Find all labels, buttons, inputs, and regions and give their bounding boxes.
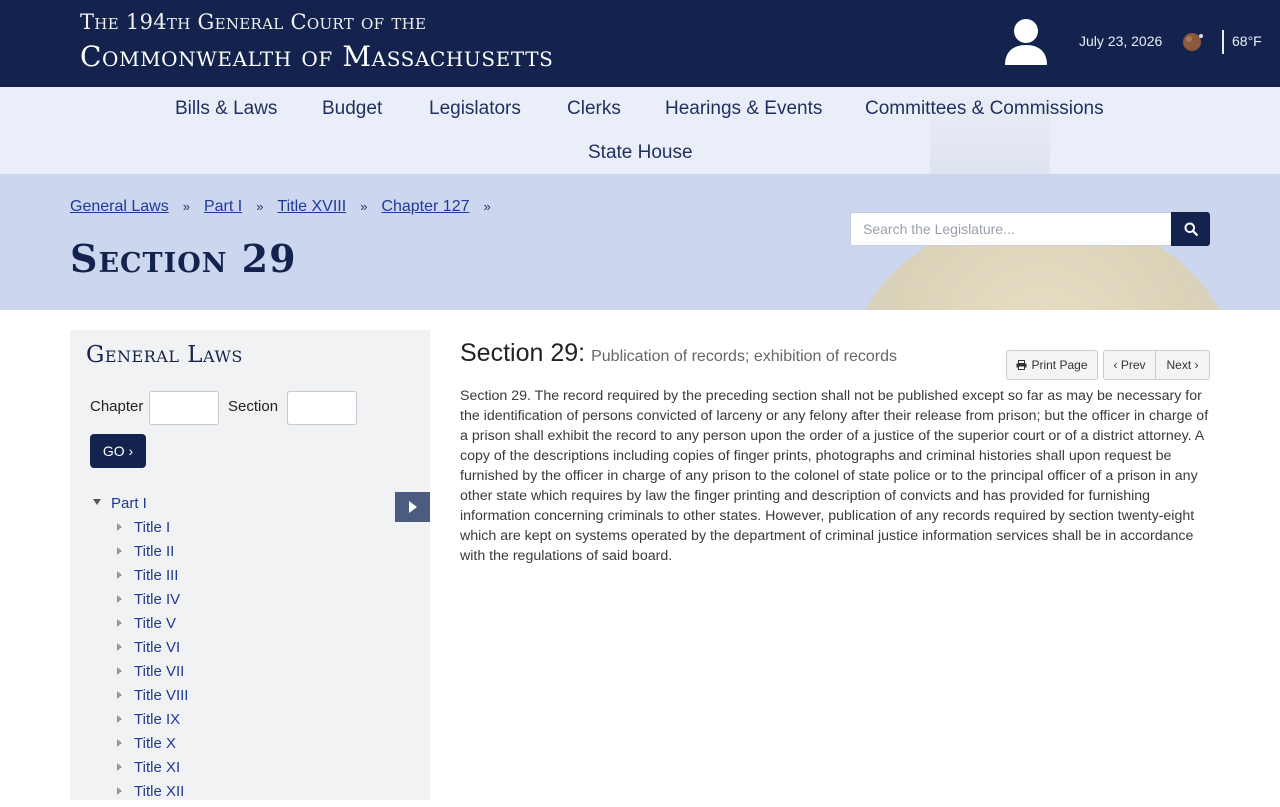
tree-item-label[interactable]: Title II	[134, 543, 174, 560]
section-body-text: Section 29. The record required by the p…	[460, 388, 1209, 564]
tree-item-label[interactable]: Title X	[134, 735, 176, 752]
section-heading-caption: Publication of records; exhibition of re…	[591, 348, 898, 365]
tree-item-label[interactable]: Title XII	[134, 783, 184, 800]
site-title-line1[interactable]: The 194th General Court of the	[80, 10, 426, 34]
tree-item-label[interactable]: Part I	[111, 495, 147, 512]
printer-icon	[1016, 360, 1027, 370]
collapse-icon[interactable]	[93, 499, 101, 506]
section-heading: Section 29: Publication of records; exhib…	[460, 339, 897, 368]
nav-clerks[interactable]: Clerks	[567, 98, 621, 120]
tree-item-title[interactable]: Title XII	[117, 783, 188, 807]
section-heading-number: Section 29:	[460, 339, 586, 367]
page-title: Section 29	[70, 236, 297, 281]
tree-item-label[interactable]: Title VI	[134, 639, 180, 656]
breadcrumb: General Laws » Part I » Title XVIII » Chapter …	[70, 198, 505, 216]
breadcrumb-separator: »	[256, 199, 264, 214]
tree-item-title[interactable]: Title V	[117, 615, 188, 639]
breadcrumb-title-xviii[interactable]: Title XVIII	[277, 198, 346, 215]
tree-item-title[interactable]: Title XI	[117, 759, 188, 783]
tree-item-label[interactable]: Title III	[134, 567, 178, 584]
expand-icon[interactable]	[117, 739, 122, 748]
moon-cloud-icon	[1180, 31, 1206, 53]
search-button[interactable]	[1171, 212, 1210, 246]
tree-item-title[interactable]: Title II	[117, 543, 188, 567]
go-button[interactable]: GO ›	[90, 434, 146, 468]
next-button[interactable]: Next ›	[1155, 350, 1210, 380]
tree-item-title[interactable]: Title X	[117, 735, 188, 759]
tree-item-label[interactable]: Title V	[134, 615, 176, 632]
sidebar-title: General Laws	[86, 342, 243, 368]
nav-bills-laws[interactable]: Bills & Laws	[175, 98, 277, 120]
tree-item-title[interactable]: Title VIII	[117, 687, 188, 711]
nav-committees-commissions[interactable]: Committees & Commissions	[865, 98, 1104, 120]
breadcrumb-chapter-127[interactable]: Chapter 127	[381, 198, 469, 215]
site-header: The 194th General Court of the Commonwea…	[0, 0, 1280, 87]
temperature: 68°F	[1232, 33, 1262, 49]
sidebar-toggle-button[interactable]	[395, 492, 430, 522]
nav-state-house[interactable]: State House	[588, 142, 693, 164]
expand-icon[interactable]	[117, 763, 122, 772]
user-icon[interactable]	[1002, 17, 1050, 67]
tree-item-label[interactable]: Title VII	[134, 663, 184, 680]
tree-item-label[interactable]: Title IV	[134, 591, 180, 608]
tree-item-title[interactable]: Title IX	[117, 711, 188, 735]
nav-budget[interactable]: Budget	[322, 98, 382, 120]
print-page-label: Print Page	[1031, 358, 1088, 372]
title-tree: Title I Title II Title III Title IV Titl…	[117, 519, 188, 807]
tree-item-title[interactable]: Title I	[117, 519, 188, 543]
breadcrumb-part-i[interactable]: Part I	[204, 198, 242, 215]
tree-item-part-i[interactable]: Part I	[93, 495, 147, 512]
expand-icon[interactable]	[117, 619, 122, 628]
expand-icon[interactable]	[117, 787, 122, 796]
tree-item-label[interactable]: Title VIII	[134, 687, 188, 704]
expand-icon[interactable]	[117, 691, 122, 700]
nav-hearings-events[interactable]: Hearings & Events	[665, 98, 822, 120]
section-label: Section	[228, 398, 279, 415]
expand-icon[interactable]	[117, 595, 122, 604]
breadcrumb-separator: »	[483, 199, 491, 214]
tree-item-label[interactable]: Title I	[134, 519, 170, 536]
breadcrumb-separator: »	[360, 199, 368, 214]
tree-item-label[interactable]: Title XI	[134, 759, 180, 776]
tree-item-label[interactable]: Title IX	[134, 711, 180, 728]
search-icon	[1184, 222, 1198, 236]
tree-item-title[interactable]: Title VII	[117, 663, 188, 687]
breadcrumb-general-laws[interactable]: General Laws	[70, 198, 169, 215]
tree-item-title[interactable]: Title III	[117, 567, 188, 591]
expand-icon[interactable]	[117, 715, 122, 724]
search-input[interactable]	[850, 212, 1172, 246]
nav-legislators[interactable]: Legislators	[429, 98, 521, 120]
expand-icon[interactable]	[117, 643, 122, 652]
print-page-button[interactable]: Print Page	[1006, 350, 1098, 380]
header-divider	[1222, 30, 1224, 54]
tree-item-title[interactable]: Title VI	[117, 639, 188, 663]
current-date: July 23, 2026	[1079, 33, 1163, 49]
expand-icon[interactable]	[117, 523, 122, 532]
section-input[interactable]	[287, 391, 357, 425]
prev-button[interactable]: ‹ Prev	[1103, 350, 1156, 380]
caret-right-icon	[408, 501, 417, 513]
chapter-label: Chapter	[90, 398, 144, 415]
site-title-line2[interactable]: Commonwealth of Massachusetts	[80, 40, 553, 73]
expand-icon[interactable]	[117, 667, 122, 676]
chapter-input[interactable]	[149, 391, 219, 425]
breadcrumb-separator: »	[182, 199, 190, 214]
tree-item-title[interactable]: Title IV	[117, 591, 188, 615]
expand-icon[interactable]	[117, 571, 122, 580]
expand-icon[interactable]	[117, 547, 122, 556]
